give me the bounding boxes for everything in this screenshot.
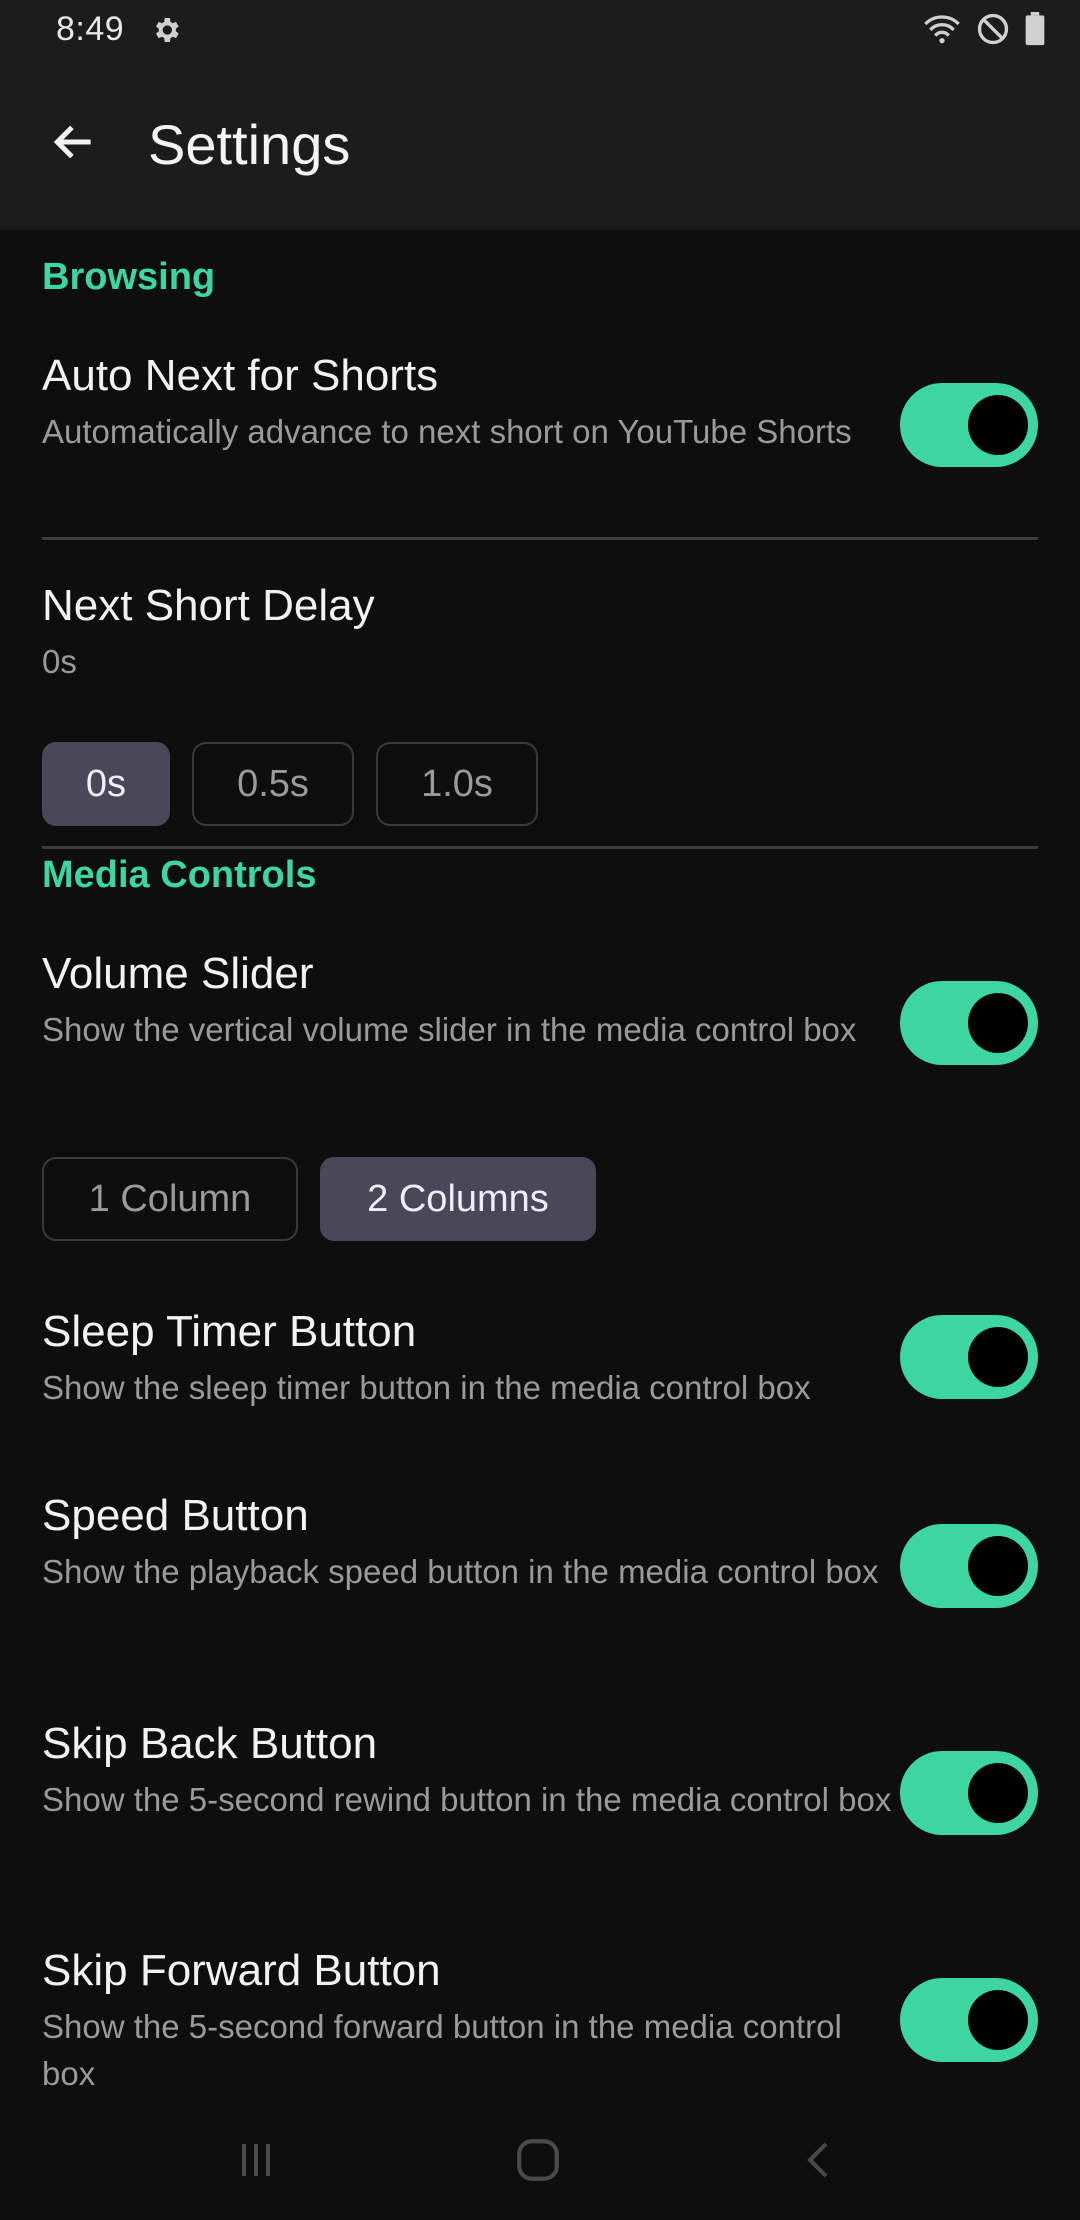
setting-title: Next Short Delay xyxy=(42,581,375,630)
setting-title: Skip Forward Button xyxy=(42,1946,441,1995)
back-icon[interactable] xyxy=(790,2130,850,2190)
setting-description: Show the playback speed button in the me… xyxy=(42,1553,879,1590)
speed-button-toggle[interactable] xyxy=(900,1524,1038,1608)
setting-title: Auto Next for Shorts xyxy=(42,351,439,400)
status-time: 8:49 xyxy=(56,10,125,48)
recent-apps-icon[interactable] xyxy=(226,2130,286,2190)
home-icon[interactable] xyxy=(508,2130,568,2190)
delay-option-1-0s[interactable]: 1.0s xyxy=(376,742,538,826)
setting-title: Sleep Timer Button xyxy=(42,1307,417,1356)
divider xyxy=(42,537,1038,540)
status-bar: 8:49 xyxy=(0,0,1080,62)
toggle-knob xyxy=(968,993,1028,1053)
setting-description: Show the 5-second rewind button in the m… xyxy=(42,1781,892,1818)
delay-option-0-5s[interactable]: 0.5s xyxy=(192,742,354,826)
toggle-knob xyxy=(968,1327,1028,1387)
setting-title: Speed Button xyxy=(42,1491,309,1540)
setting-auto-next-shorts[interactable]: Auto Next for Shorts Automatically advan… xyxy=(42,348,1038,455)
toggle-knob xyxy=(968,1536,1028,1596)
system-nav-bar xyxy=(0,2100,1080,2220)
app-bar: Settings xyxy=(0,62,1080,230)
setting-volume-slider[interactable]: Volume Slider Show the vertical volume s… xyxy=(42,946,1038,1053)
do-not-disturb-icon xyxy=(976,12,1010,51)
delay-option-0s[interactable]: 0s xyxy=(42,742,170,826)
divider xyxy=(42,846,1038,849)
setting-description: Show the sleep timer button in the media… xyxy=(42,1369,811,1406)
gear-icon xyxy=(150,14,182,46)
delay-options: 0s 0.5s 1.0s xyxy=(42,742,538,826)
column-option-2[interactable]: 2 Columns xyxy=(320,1157,596,1241)
toggle-knob xyxy=(968,1990,1028,2050)
battery-icon xyxy=(1024,12,1046,51)
setting-description: Show the 5-second forward button in the … xyxy=(42,2008,842,2092)
page-title: Settings xyxy=(148,113,351,176)
column-options: 1 Column 2 Columns xyxy=(42,1157,596,1241)
toggle-knob xyxy=(968,395,1028,455)
skip-back-toggle[interactable] xyxy=(900,1751,1038,1835)
arrow-left-icon xyxy=(53,125,91,159)
toggle-knob xyxy=(968,1763,1028,1823)
setting-title: Skip Back Button xyxy=(42,1719,378,1768)
setting-description: Automatically advance to next short on Y… xyxy=(42,413,852,450)
sleep-timer-toggle[interactable] xyxy=(900,1315,1038,1399)
volume-slider-toggle[interactable] xyxy=(900,981,1038,1065)
setting-skip-forward-button[interactable]: Skip Forward Button Show the 5-second fo… xyxy=(42,1943,1038,2097)
auto-next-toggle[interactable] xyxy=(900,383,1038,467)
setting-speed-button[interactable]: Speed Button Show the playback speed but… xyxy=(42,1488,1038,1595)
setting-skip-back-button[interactable]: Skip Back Button Show the 5-second rewin… xyxy=(42,1716,1038,1823)
section-header-browsing: Browsing xyxy=(42,256,216,298)
wifi-icon xyxy=(922,12,962,51)
section-header-media-controls: Media Controls xyxy=(42,854,317,896)
setting-sleep-timer-button[interactable]: Sleep Timer Button Show the sleep timer … xyxy=(42,1304,1038,1411)
setting-title: Volume Slider xyxy=(42,949,314,998)
setting-description: Show the vertical volume slider in the m… xyxy=(42,1011,857,1048)
skip-forward-toggle[interactable] xyxy=(900,1978,1038,2062)
setting-value: 0s xyxy=(42,643,77,680)
status-icons xyxy=(922,12,1046,51)
back-button[interactable] xyxy=(44,112,104,172)
setting-next-short-delay: Next Short Delay 0s xyxy=(42,578,1038,685)
column-option-1[interactable]: 1 Column xyxy=(42,1157,298,1241)
